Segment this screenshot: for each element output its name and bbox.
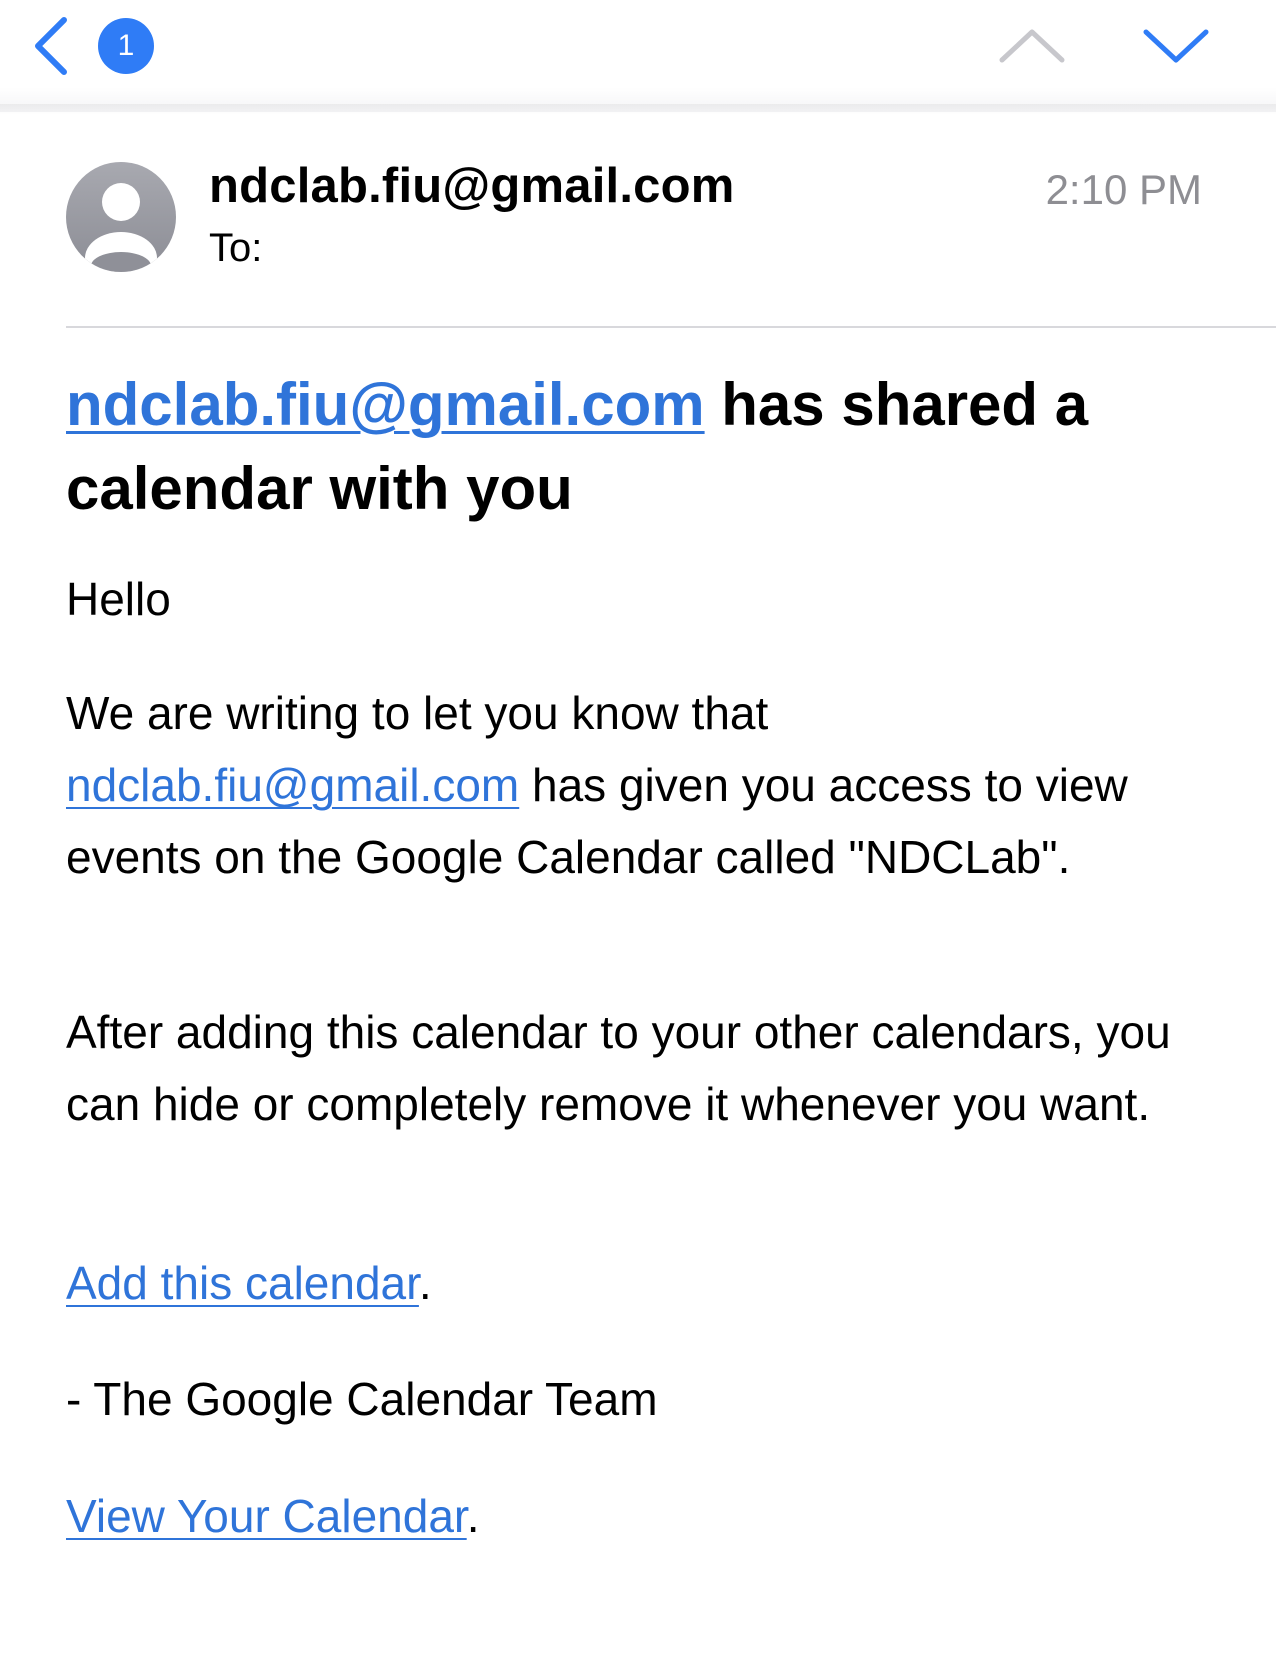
unread-count-badge[interactable]: 1 xyxy=(98,18,154,74)
email-headline: ndclab.fiu@gmail.com has shared a calend… xyxy=(66,363,1216,531)
body-paragraph-2: After adding this calendar to your other… xyxy=(66,1006,1171,1130)
add-calendar-period: . xyxy=(418,1257,432,1309)
header-divider xyxy=(66,326,1276,328)
view-calendar-link[interactable]: View Your Calendar xyxy=(66,1490,467,1542)
next-message-button[interactable] xyxy=(1140,22,1212,70)
signature: - The Google Calendar Team xyxy=(66,1373,658,1425)
body-paragraph-1: We are writing to let you know that ndcl… xyxy=(66,677,1216,893)
greeting: Hello xyxy=(66,573,171,625)
paragraph-sender-link[interactable]: ndclab.fiu@gmail.com xyxy=(66,759,519,811)
chevron-down-icon xyxy=(1143,29,1209,63)
headline-sender-link[interactable]: ndclab.fiu@gmail.com xyxy=(66,371,705,438)
person-icon xyxy=(85,183,157,272)
chevron-up-icon xyxy=(999,29,1065,63)
recipient-label: To: xyxy=(209,226,263,270)
mail-toolbar xyxy=(0,0,1276,112)
view-calendar-period: . xyxy=(466,1490,480,1542)
previous-message-button[interactable] xyxy=(996,22,1068,70)
add-calendar-link[interactable]: Add this calendar xyxy=(66,1257,419,1309)
back-button[interactable] xyxy=(30,14,74,78)
add-calendar-line: Add this calendar. xyxy=(66,1247,1216,1319)
chevron-left-icon xyxy=(35,17,67,75)
sender-avatar[interactable] xyxy=(66,162,176,272)
toolbar-shadow xyxy=(0,104,1276,114)
sender-address[interactable]: ndclab.fiu@gmail.com xyxy=(209,158,735,214)
paragraph-1-intro: We are writing to let you know that xyxy=(66,687,769,739)
message-time: 2:10 PM xyxy=(1045,166,1202,213)
view-calendar-line: View Your Calendar. xyxy=(66,1480,1216,1552)
